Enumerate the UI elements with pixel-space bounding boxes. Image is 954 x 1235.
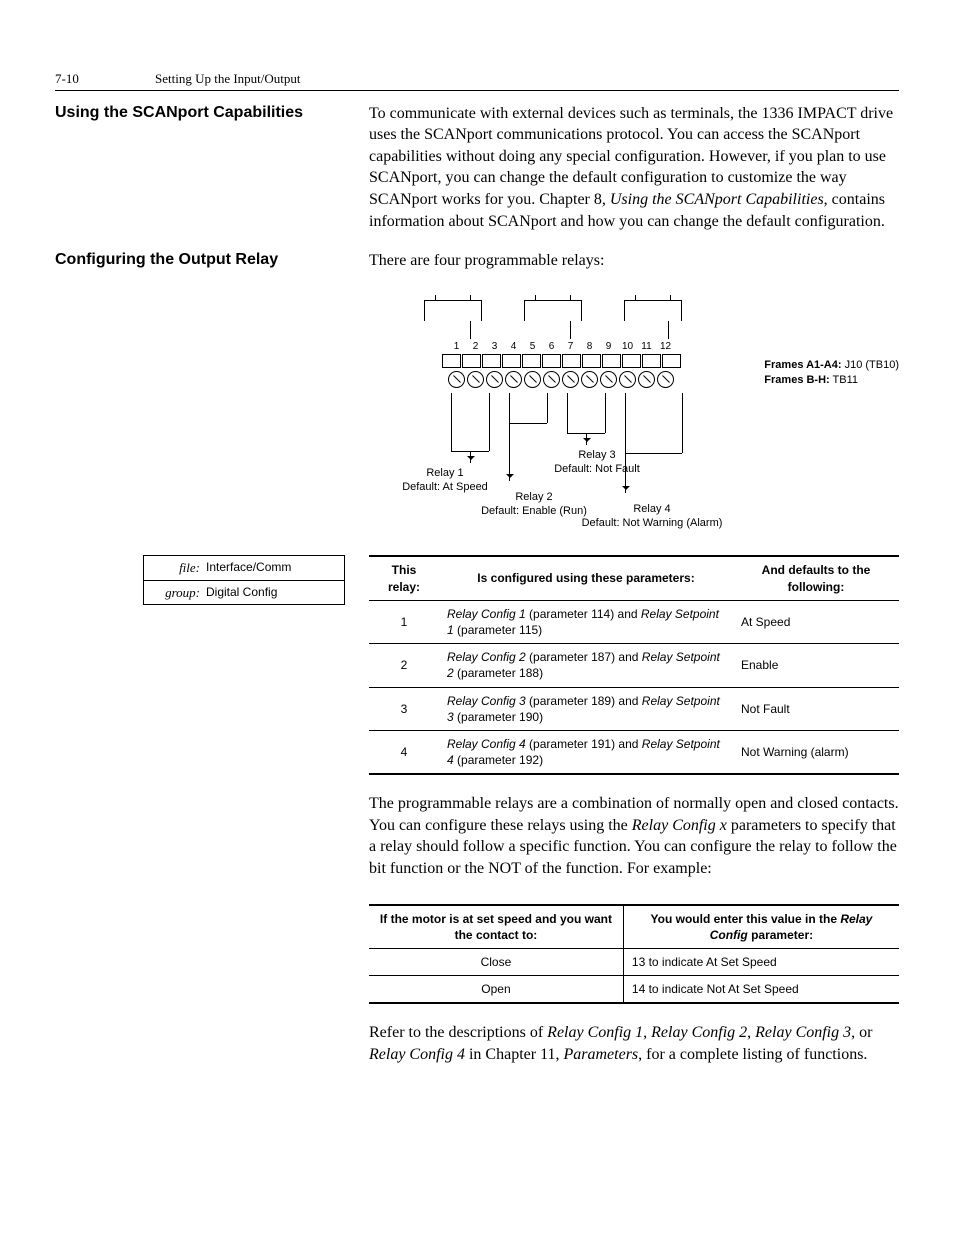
table-row: 3	[369, 687, 439, 730]
terminal-screw-icon	[524, 371, 541, 388]
chapter-title: Setting Up the Input/Output	[155, 70, 301, 88]
relay-intro: There are four programmable relays:	[369, 250, 899, 272]
frames-note: Frames A1-A4: J10 (TB10) Frames B-H: TB1…	[764, 358, 899, 389]
refer-para: Refer to the descriptions of Relay Confi…	[369, 1022, 899, 1065]
section-heading-relay: Configuring the Output Relay	[55, 250, 357, 271]
relay1-label: Relay 1	[380, 467, 510, 480]
section-heading-scanport: Using the SCANport Capabilities	[55, 103, 357, 124]
terminal-screw-icon	[486, 371, 503, 388]
terminal-screw-icon	[467, 371, 484, 388]
relay3-default: Default: Not Fault	[532, 463, 662, 476]
table-row: 4	[369, 730, 439, 774]
contact-example-table: If the motor is at set speed and you wan…	[369, 904, 899, 1005]
relay-explain-para: The programmable relays are a combinatio…	[369, 793, 899, 879]
terminal-screw-icon	[562, 371, 579, 388]
terminal-screw-icon	[581, 371, 598, 388]
terminal-screw-icon	[600, 371, 617, 388]
table-row: 2	[369, 644, 439, 687]
terminal-block-diagram: 123456789101112 Relay 1 Default: At Spee…	[424, 300, 682, 534]
terminal-screw-icon	[448, 371, 465, 388]
relay-config-table: This relay: Is configured using these pa…	[369, 555, 899, 775]
relay3-label: Relay 3	[532, 449, 662, 462]
relay4-label: Relay 4	[572, 503, 732, 516]
terminal-screw-icon	[657, 371, 674, 388]
section-body-scanport: To communicate with external devices suc…	[369, 103, 899, 233]
terminal-screw-icon	[638, 371, 655, 388]
table-row: 1	[369, 600, 439, 643]
terminal-screw-icon	[543, 371, 560, 388]
terminal-screw-icon	[505, 371, 522, 388]
page-header: 7-10 Setting Up the Input/Output	[55, 70, 899, 91]
page-number: 7-10	[55, 70, 155, 88]
terminal-screw-icon	[619, 371, 636, 388]
relay4-default: Default: Not Warning (Alarm)	[572, 517, 732, 530]
file-group-box: file:Interface/Comm group:Digital Config	[143, 555, 345, 605]
